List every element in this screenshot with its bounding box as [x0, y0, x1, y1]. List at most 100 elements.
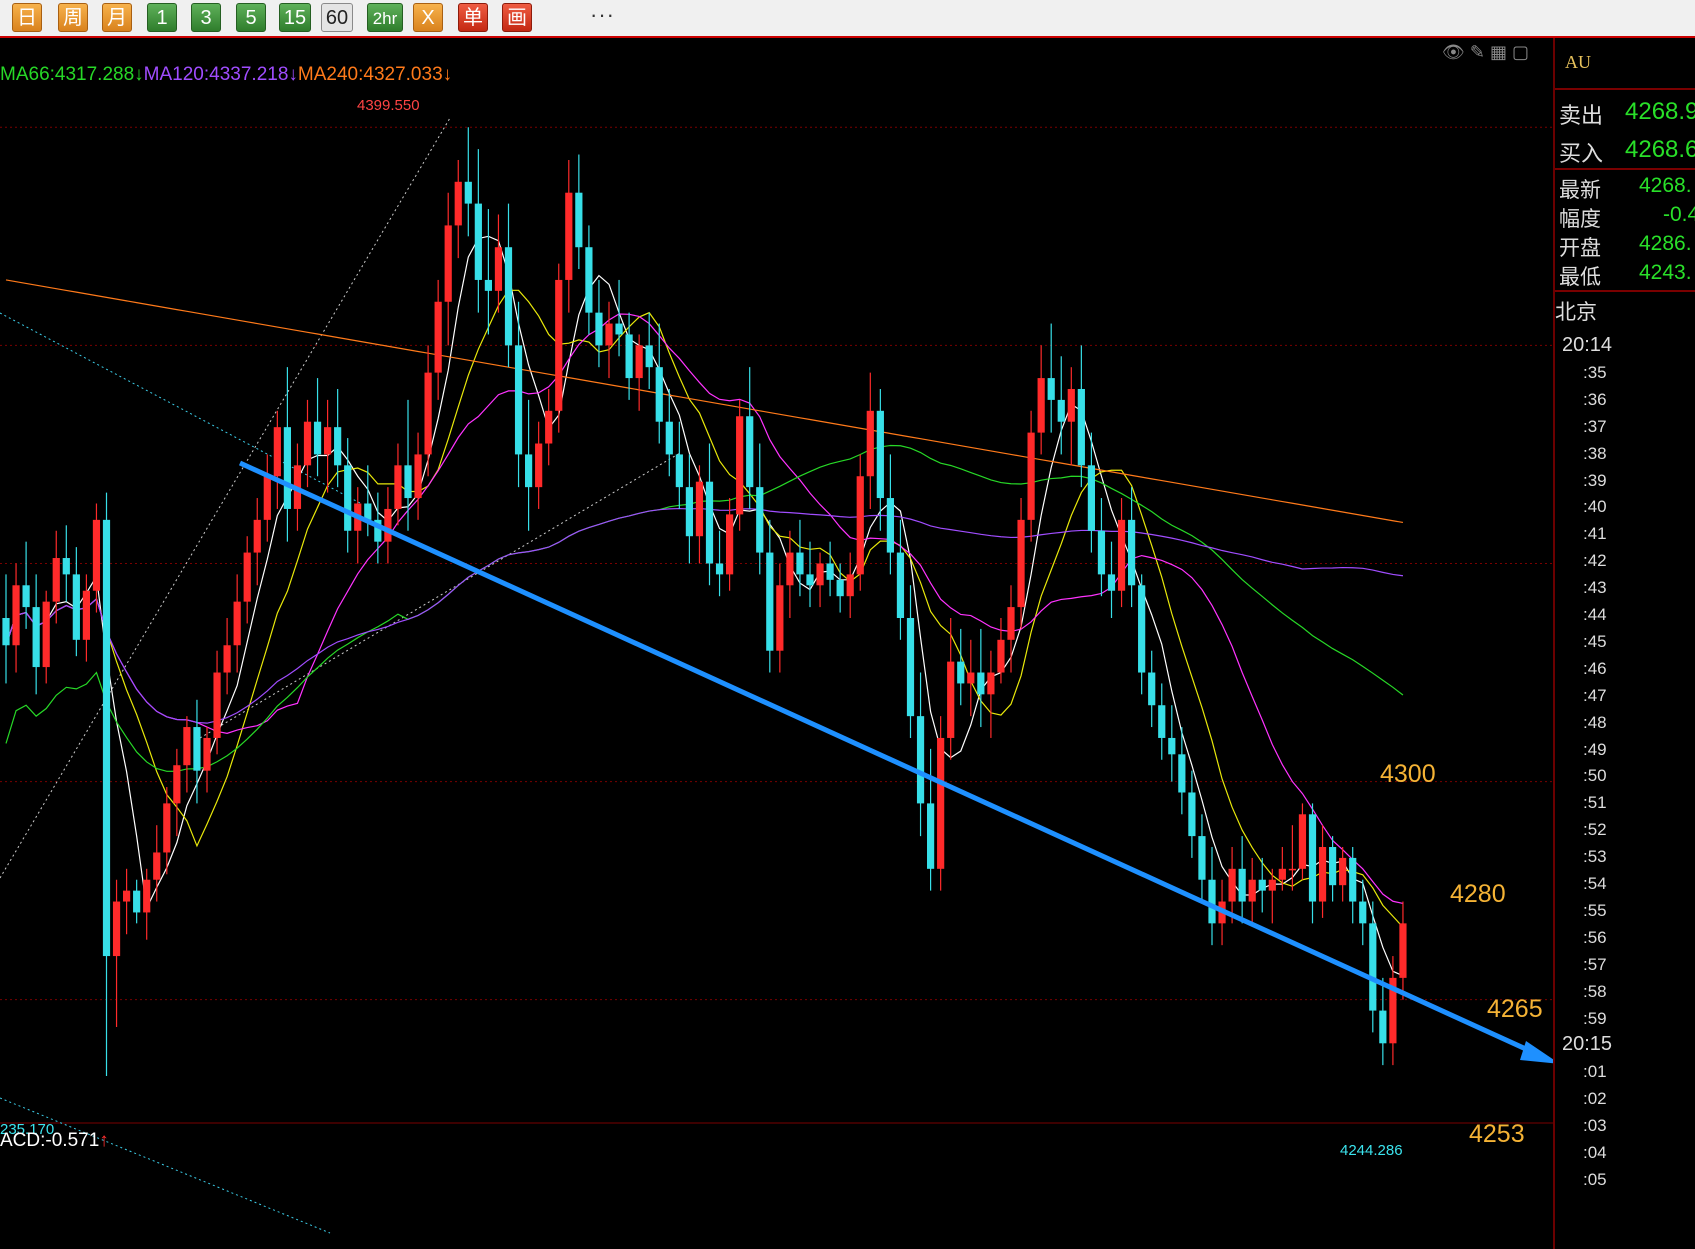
grid-icon[interactable]: ▦	[1490, 42, 1507, 62]
candle	[2, 574, 10, 684]
candle	[846, 552, 854, 618]
candle-body	[846, 574, 854, 597]
period-week-button[interactable]: 周	[58, 3, 88, 32]
candle	[494, 214, 503, 313]
sell-row: 卖出 4268.9	[1559, 98, 1695, 130]
candle-body	[555, 279, 563, 411]
candle	[183, 716, 191, 793]
candle	[645, 312, 653, 389]
candle-body	[866, 410, 874, 477]
candle-body	[474, 203, 482, 280]
candle-body	[535, 443, 543, 488]
time-tick: :44	[1583, 605, 1607, 624]
last-label: 最新	[1559, 179, 1601, 202]
candle-body	[484, 279, 492, 291]
period-15min-button[interactable]: 15	[279, 3, 311, 32]
pencil-icon[interactable]: ✎	[1470, 42, 1485, 62]
candle	[1349, 847, 1357, 924]
change-label: 幅度	[1559, 208, 1601, 231]
candle-body	[163, 803, 171, 853]
candle	[1027, 410, 1035, 542]
candlestick-chart[interactable]	[0, 38, 1553, 1249]
candle-body	[434, 301, 442, 373]
candle	[1369, 901, 1377, 1033]
candle	[1037, 345, 1045, 455]
window-icon[interactable]: ▢	[1512, 42, 1529, 62]
candle	[514, 301, 523, 488]
candle	[243, 536, 251, 624]
period-60min-button[interactable]: 60	[321, 3, 353, 32]
time-tick: :35	[1583, 362, 1607, 382]
candle-body	[1097, 530, 1106, 575]
candle-body	[927, 803, 935, 869]
candle-body	[645, 345, 653, 368]
candle	[786, 530, 794, 618]
candle	[394, 443, 402, 526]
candle-body	[786, 552, 794, 586]
candle-body	[615, 323, 623, 335]
candle	[1238, 836, 1246, 924]
time-tick: :03	[1583, 1116, 1607, 1136]
ma-legend: MA66:4317.288↓MA120:4337.218↓MA240:4327.…	[0, 64, 452, 86]
candle-body	[756, 487, 764, 553]
period-day-button[interactable]: 日	[12, 3, 42, 32]
candle-body	[816, 563, 824, 586]
crosshair-button[interactable]: X	[413, 3, 443, 32]
candle-body	[514, 345, 523, 455]
candle	[504, 203, 513, 368]
period-2hr-button[interactable]: 2hr	[367, 3, 403, 32]
candle	[816, 552, 824, 608]
draw-button[interactable]: 画	[502, 3, 532, 32]
candle	[715, 530, 724, 597]
candle-body	[957, 661, 965, 684]
low-row: 最低 4243.	[1559, 261, 1692, 291]
candle-body	[344, 465, 352, 531]
candle	[484, 209, 492, 335]
candle-body	[1359, 901, 1367, 924]
open-row: 开盘 4286.	[1559, 232, 1692, 262]
candle-body	[1148, 672, 1156, 706]
candle	[906, 585, 915, 738]
candle-body	[896, 552, 905, 618]
candle	[213, 650, 221, 755]
low-price-label: 最低	[1559, 266, 1601, 289]
candle-body	[585, 247, 593, 313]
candle-body	[1268, 879, 1276, 891]
last-row: 最新 4268.	[1559, 174, 1692, 204]
sell-label: 卖出	[1559, 103, 1604, 128]
candle-body	[967, 672, 975, 684]
macd-readout: ACD:-0.571↑	[0, 1130, 109, 1152]
candle-body	[112, 901, 121, 957]
period-month-button[interactable]: 月	[102, 3, 132, 32]
period-5min-button[interactable]: 5	[236, 3, 266, 32]
candle	[1188, 770, 1196, 858]
more-menu-button[interactable]: ···	[590, 2, 615, 28]
candle	[555, 263, 563, 433]
candle-body	[123, 890, 131, 902]
candle-body	[213, 672, 221, 738]
candle	[1208, 847, 1216, 946]
period-1min-button[interactable]: 1	[147, 3, 177, 32]
candle-body	[1308, 814, 1317, 902]
order-button[interactable]: 单	[458, 3, 488, 32]
annotation-4300: 4300	[1380, 760, 1436, 788]
candle	[153, 825, 161, 902]
candle	[454, 159, 462, 259]
candle-body	[1238, 868, 1246, 902]
candle	[72, 547, 80, 657]
candle-body	[1067, 388, 1075, 422]
candle	[233, 574, 241, 673]
candles	[2, 127, 1407, 1077]
candle-body	[545, 410, 553, 444]
candle	[143, 868, 151, 940]
candle-body	[102, 519, 111, 957]
candle	[253, 498, 261, 586]
candle	[886, 454, 894, 575]
candle	[1017, 498, 1025, 629]
period-3min-button[interactable]: 3	[191, 3, 221, 32]
candle-body	[1047, 378, 1055, 400]
eye-icon[interactable]: 👁	[1442, 42, 1465, 62]
candle	[1339, 847, 1347, 902]
candle	[354, 487, 362, 564]
candle-body	[565, 192, 573, 280]
